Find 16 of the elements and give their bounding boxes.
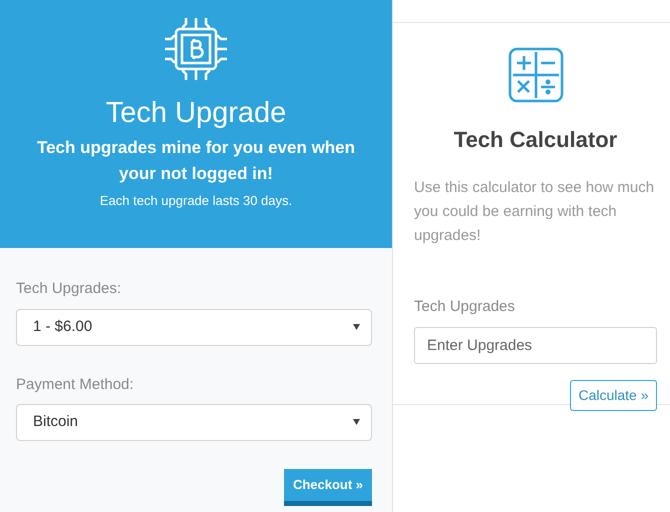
calculator-title: Tech Calculator	[452, 126, 618, 154]
field-label: Tech Upgrades:	[16, 279, 122, 299]
upgrades-input[interactable]: Enter Upgrades	[414, 326, 657, 364]
panel-subtitle: Tech upgrades mine for you even when your not logged in!	[36, 136, 356, 186]
dropdown[interactable]: 1 - $6.00	[16, 308, 372, 346]
duration-note: Each tech upgrade lasts 30 days.	[98, 192, 294, 210]
panel-title: Tech Upgrade	[104, 96, 288, 131]
calculator-description: Use this calculator to see how much you could be earning with tech upgrades!	[414, 178, 656, 246]
calculator-icon	[508, 47, 564, 103]
dropdown[interactable]: Bitcoin	[16, 404, 372, 441]
calculate-button[interactable]: Calculate »	[570, 380, 657, 410]
field-label: Tech Upgrades	[414, 297, 516, 317]
field-label: Payment Method:	[16, 374, 135, 394]
bitcoin-chip-icon	[163, 16, 229, 82]
caret-icon	[353, 419, 360, 425]
caret-icon	[353, 324, 360, 330]
